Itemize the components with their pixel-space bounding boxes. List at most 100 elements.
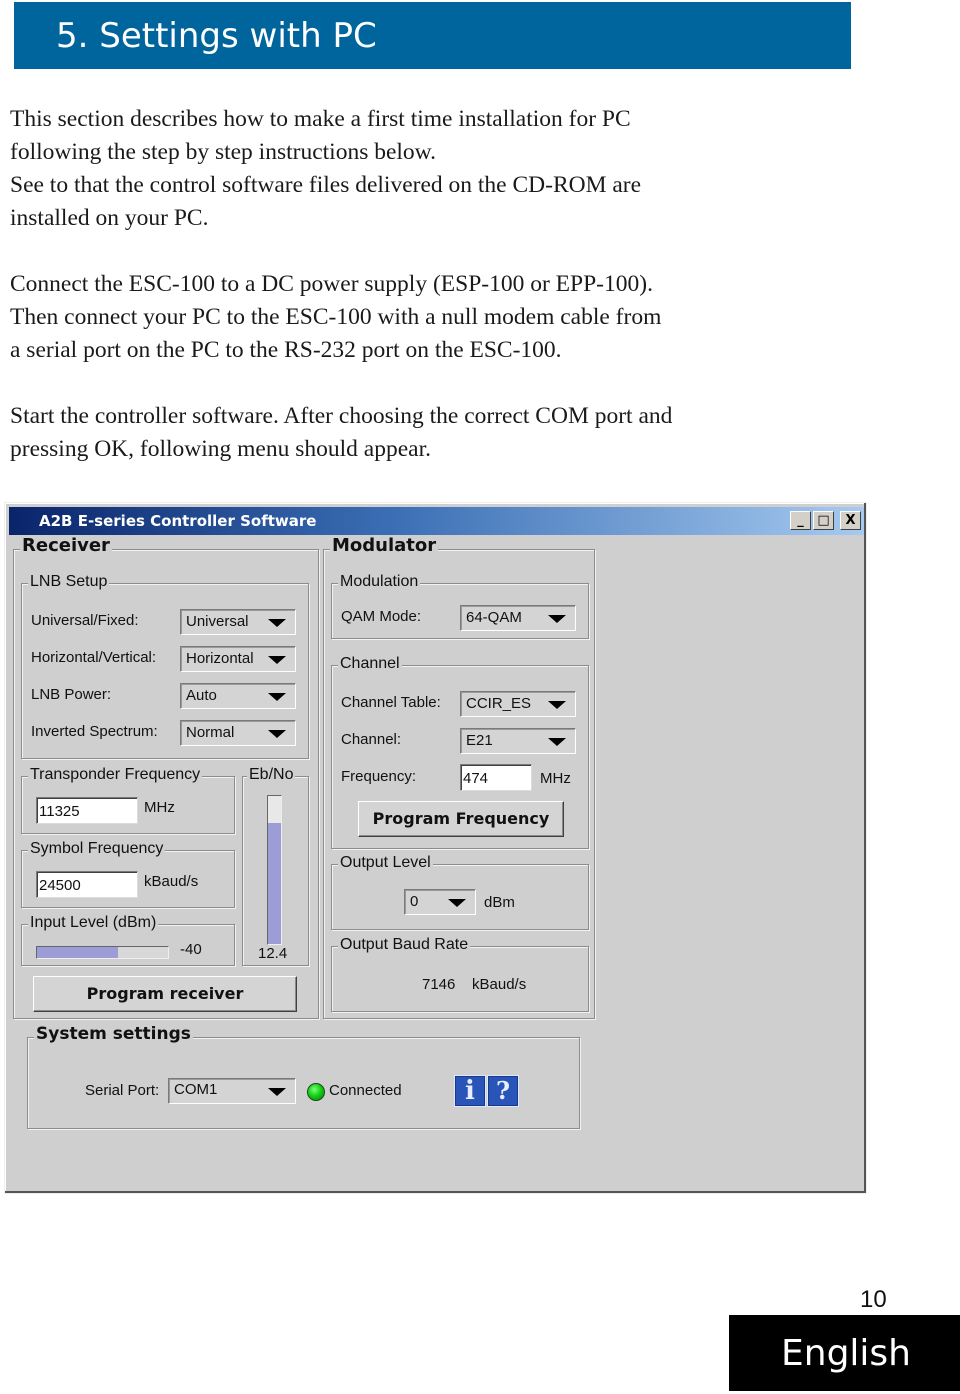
- channel-table-select[interactable]: CCIR_ES: [460, 691, 576, 717]
- lnb-power-select[interactable]: Auto: [180, 683, 296, 709]
- frequency-input[interactable]: 474: [460, 764, 532, 791]
- qam-mode-select[interactable]: 64-QAM: [460, 605, 576, 631]
- output-baud-rate-group: Output Baud Rate 7146 kBaud/s: [331, 935, 589, 1012]
- transponder-frequency-input[interactable]: 11325: [36, 797, 138, 824]
- output-baud-rate-value: 7146: [422, 976, 456, 993]
- input-level-value: -40: [180, 941, 202, 958]
- text-line: Connect the ESC-100 to a DC power supply…: [10, 271, 653, 297]
- channel-group: Channel Channel Table: CCIR_ES Channel: …: [331, 654, 589, 849]
- text-line: Then connect your PC to the ESC-100 with…: [10, 304, 662, 330]
- connection-paragraph: Connect the ESC-100 to a DC power supply…: [10, 268, 661, 367]
- input-level-fill: [37, 947, 119, 958]
- channel-value: E21: [466, 732, 493, 749]
- close-button[interactable]: X: [840, 511, 861, 530]
- connection-status-led-icon: [307, 1083, 325, 1101]
- controller-window: A2B E-series Controller Software _ □ X R…: [4, 502, 867, 1194]
- info-icon: i: [465, 1076, 475, 1106]
- chevron-down-icon: [548, 615, 566, 623]
- qam-mode-label: QAM Mode:: [341, 608, 422, 625]
- help-button[interactable]: ?: [487, 1075, 519, 1107]
- channel-table-value: CCIR_ES: [466, 695, 532, 712]
- output-level-unit: dBm: [484, 894, 515, 911]
- channel-title: Channel: [338, 654, 402, 674]
- output-baud-rate-unit: kBaud/s: [472, 976, 527, 993]
- language-label: English: [781, 1333, 911, 1374]
- lnb-setup-group: LNB Setup Universal/Fixed: Universal Hor…: [21, 572, 309, 759]
- chevron-down-icon: [268, 1088, 286, 1096]
- output-level-select[interactable]: 0: [404, 889, 476, 915]
- horizontal-vertical-label: Horizontal/Vertical:: [31, 649, 157, 666]
- section-title: 5. Settings with PC: [56, 16, 377, 56]
- output-level-title: Output Level: [338, 853, 433, 873]
- modulator-title: Modulator: [330, 535, 439, 556]
- transponder-frequency-group: Transponder Frequency 11325 MHz: [21, 765, 235, 834]
- system-settings-group: System settings Serial Port: COM1 Connec…: [27, 1024, 580, 1129]
- modulation-group: Modulation QAM Mode: 64-QAM: [331, 572, 589, 639]
- output-level-value: 0: [410, 893, 419, 910]
- text-line: See to that the control software files d…: [10, 172, 642, 198]
- frequency-unit: MHz: [540, 770, 571, 787]
- ebno-title: Eb/No: [247, 765, 296, 785]
- chevron-down-icon: [268, 693, 286, 701]
- modulator-group: Modulator Modulation QAM Mode: 64-QAM Ch…: [323, 536, 595, 1019]
- window-title: A2B E-series Controller Software: [39, 512, 317, 530]
- inverted-spectrum-label: Inverted Spectrum:: [31, 723, 158, 740]
- symbol-frequency-unit: kBaud/s: [144, 873, 199, 890]
- universal-fixed-label: Universal/Fixed:: [31, 612, 139, 629]
- window-titlebar[interactable]: A2B E-series Controller Software _ □ X: [9, 507, 864, 535]
- chevron-down-icon: [548, 701, 566, 709]
- serial-port-value: COM1: [174, 1081, 218, 1098]
- input-level-bar: [36, 946, 169, 959]
- lnb-power-label: LNB Power:: [31, 686, 112, 703]
- minimize-icon: _: [797, 513, 804, 528]
- ebno-fill: [268, 822, 281, 944]
- language-badge: English: [729, 1315, 960, 1391]
- info-button[interactable]: i: [454, 1075, 486, 1107]
- channel-table-label: Channel Table:: [341, 694, 441, 711]
- minimize-button[interactable]: _: [790, 511, 811, 530]
- chevron-down-icon: [448, 899, 466, 907]
- symbol-frequency-group: Symbol Frequency 24500 kBaud/s: [21, 839, 235, 908]
- serial-port-select[interactable]: COM1: [168, 1078, 296, 1104]
- chevron-down-icon: [268, 656, 286, 664]
- symbol-frequency-title: Symbol Frequency: [28, 839, 166, 859]
- chevron-down-icon: [268, 730, 286, 738]
- maximize-icon: □: [817, 513, 830, 528]
- lnb-power-value: Auto: [186, 687, 217, 704]
- text-line: Start the controller software. After cho…: [10, 403, 673, 429]
- text-line: following the step by step instructions …: [10, 139, 436, 165]
- chevron-down-icon: [548, 738, 566, 746]
- horizontal-vertical-select[interactable]: Horizontal: [180, 646, 296, 672]
- output-baud-rate-title: Output Baud Rate: [338, 935, 471, 955]
- ebno-group: Eb/No 12.4: [242, 765, 309, 966]
- text-line: This section describes how to make a fir…: [10, 106, 631, 132]
- horizontal-vertical-value: Horizontal: [186, 650, 254, 667]
- ebno-value: 12.4: [258, 945, 288, 962]
- connection-status: Connected: [329, 1082, 402, 1099]
- inverted-spectrum-value: Normal: [186, 724, 235, 741]
- program-frequency-button[interactable]: Program Frequency: [358, 801, 564, 837]
- text-line: a serial port on the PC to the RS-232 po…: [10, 337, 562, 363]
- system-settings-title: System settings: [34, 1024, 193, 1044]
- page-number: 10: [860, 1286, 887, 1313]
- help-icon: ?: [495, 1076, 511, 1105]
- receiver-title: Receiver: [20, 535, 112, 556]
- receiver-group: Receiver LNB Setup Universal/Fixed: Univ…: [13, 536, 319, 1019]
- lnb-setup-title: LNB Setup: [28, 572, 110, 592]
- start-paragraph: Start the controller software. After cho…: [10, 400, 672, 466]
- inverted-spectrum-select[interactable]: Normal: [180, 720, 296, 746]
- input-level-group: Input Level (dBm) -40: [21, 913, 235, 966]
- ebno-bar: [267, 795, 282, 945]
- program-receiver-button[interactable]: Program receiver: [33, 976, 297, 1012]
- universal-fixed-select[interactable]: Universal: [180, 609, 296, 635]
- qam-mode-value: 64-QAM: [466, 609, 522, 626]
- channel-label: Channel:: [341, 731, 402, 748]
- transponder-frequency-unit: MHz: [144, 799, 175, 816]
- serial-port-label: Serial Port:: [85, 1082, 160, 1099]
- channel-select[interactable]: E21: [460, 728, 576, 754]
- maximize-button[interactable]: □: [813, 511, 834, 530]
- text-line: installed on your PC.: [10, 205, 209, 231]
- symbol-frequency-input[interactable]: 24500: [36, 871, 138, 898]
- intro-paragraph: This section describes how to make a fir…: [10, 103, 641, 235]
- close-icon: X: [845, 513, 856, 528]
